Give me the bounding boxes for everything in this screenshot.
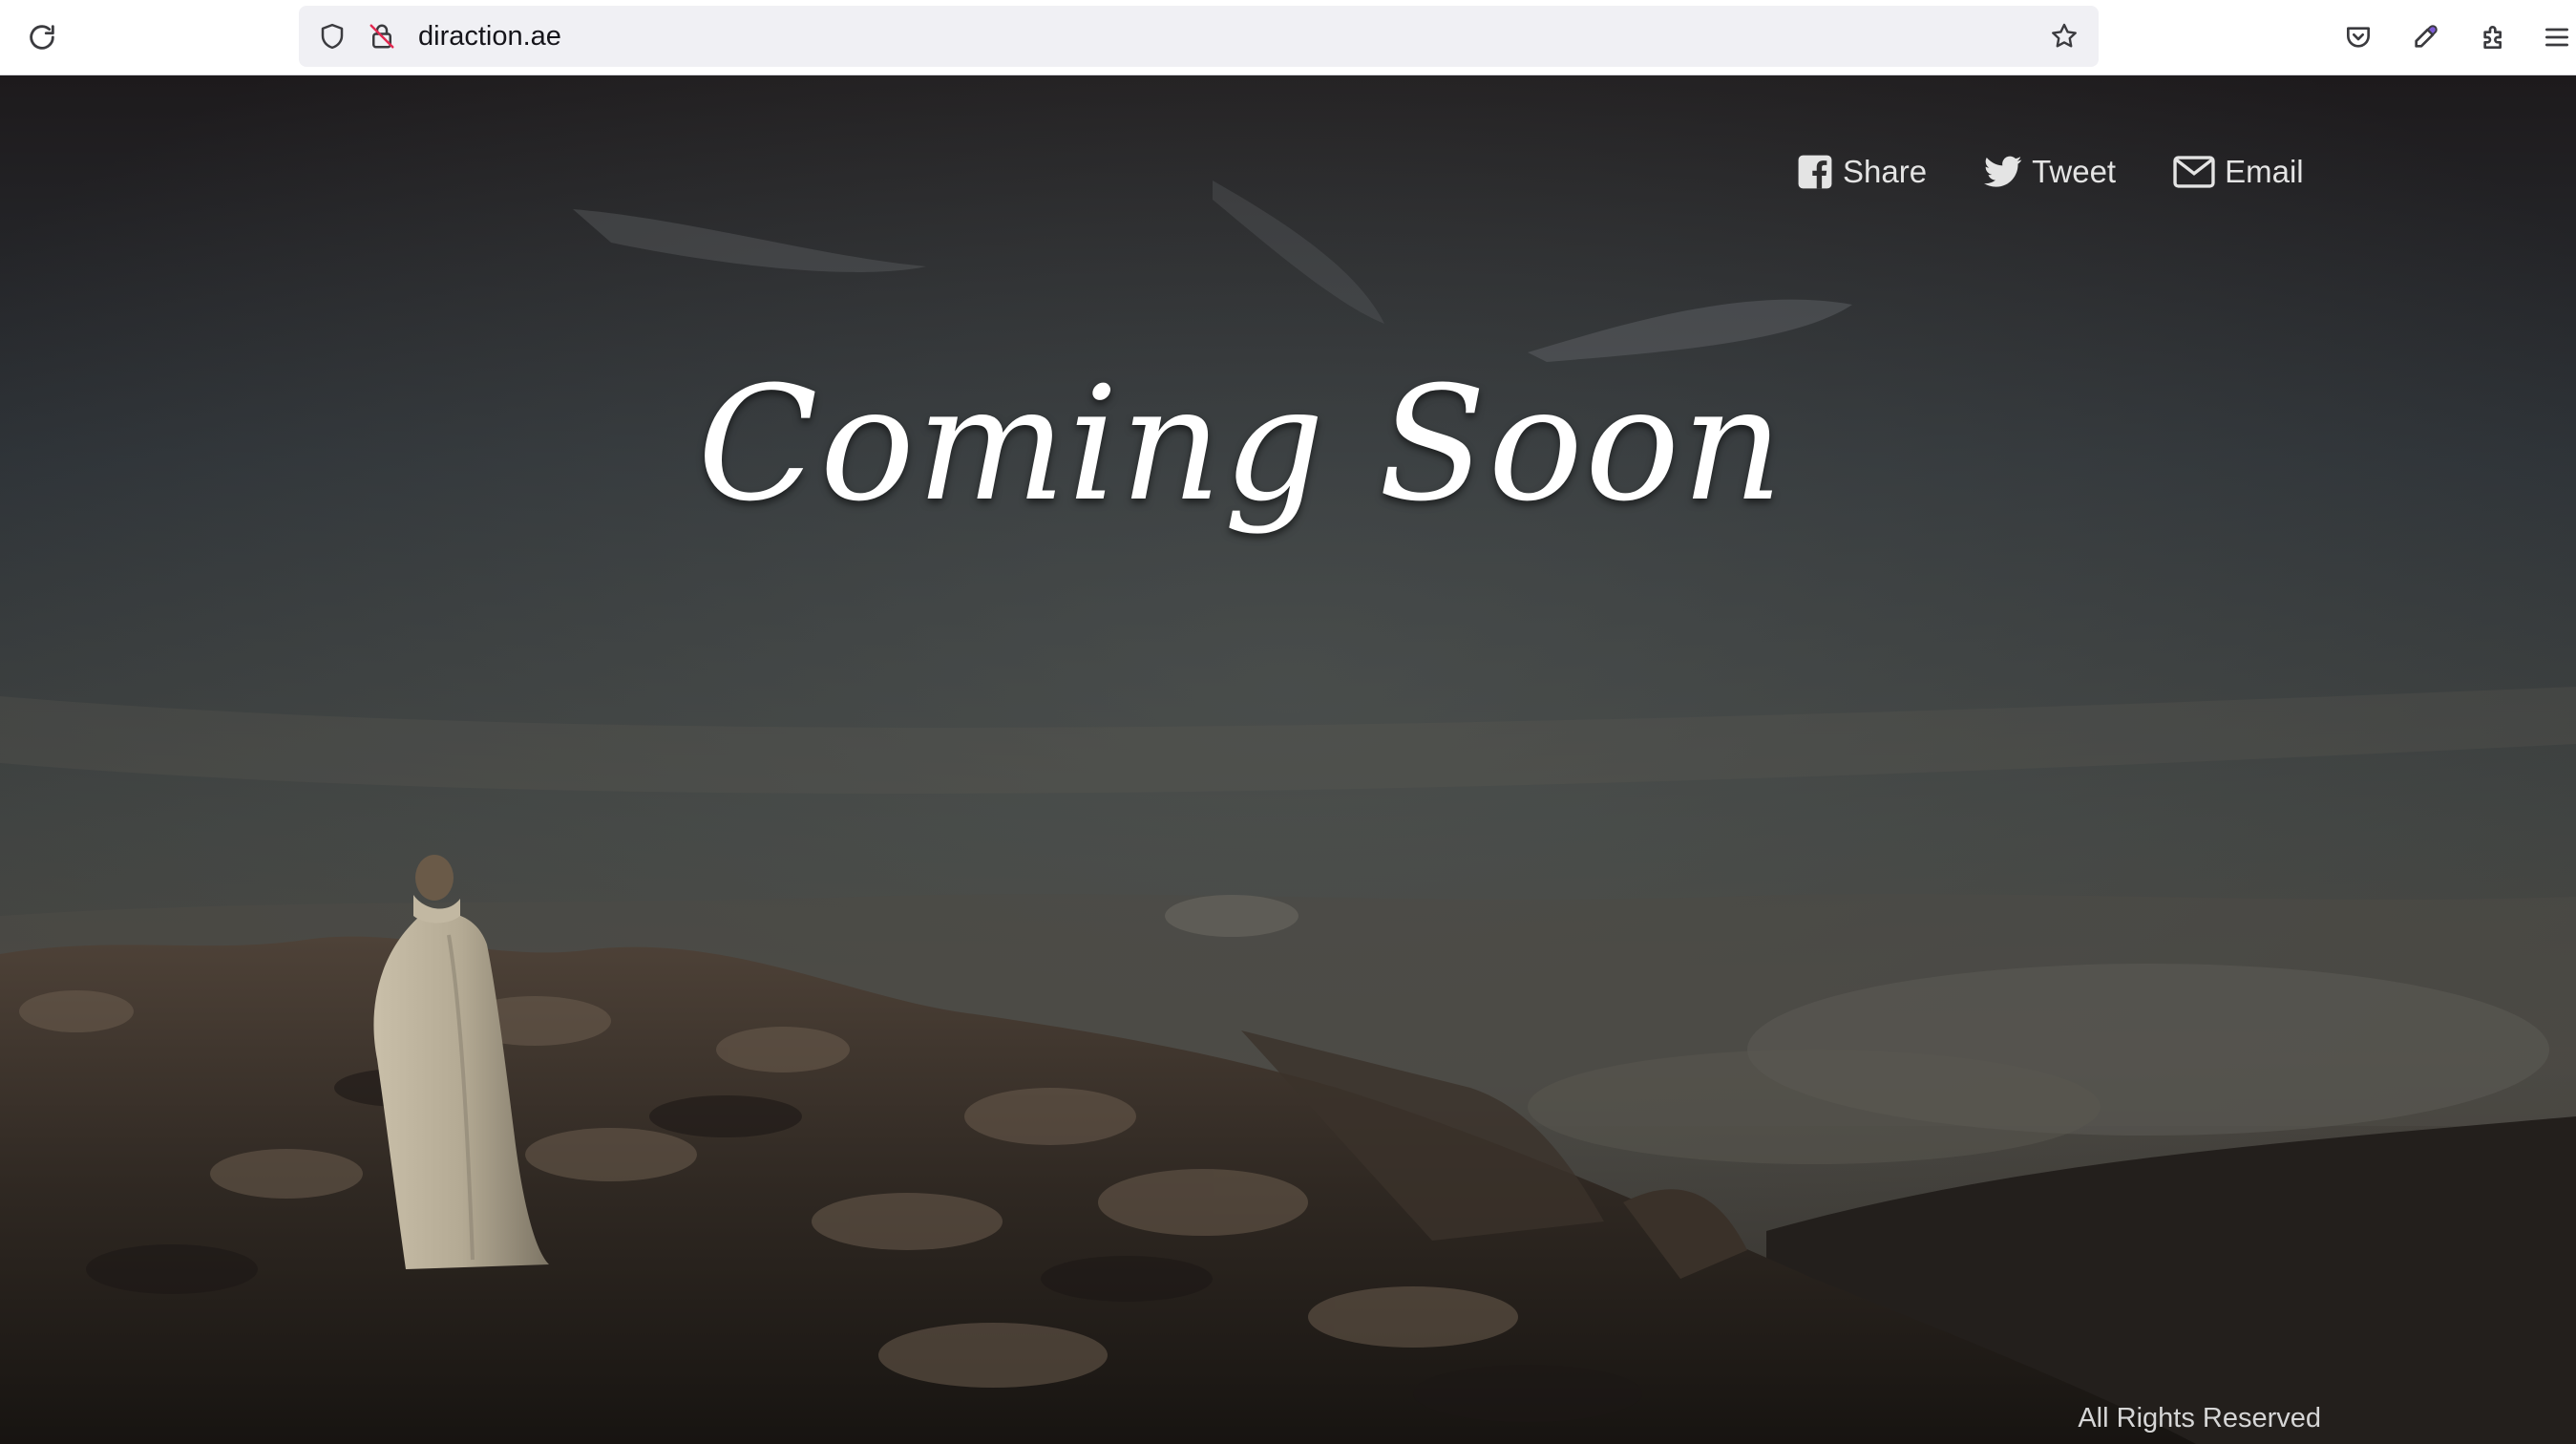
url-text[interactable]: diraction.ae [418,6,561,67]
share-bar: Share Tweet Email [1797,154,2304,190]
twitter-tweet-link[interactable]: Tweet [1984,154,2116,190]
star-icon[interactable] [2045,17,2083,55]
page-content: Share Tweet Email Coming Soon All Rights… [0,75,2576,1444]
reload-icon[interactable] [21,16,63,58]
url-bar[interactable]: diraction.ae [299,6,2099,67]
shield-icon[interactable] [313,17,351,55]
envelope-icon [2173,156,2215,188]
footer-copyright: All Rights Reserved [2078,1403,2321,1433]
background-landscape-image [0,75,2576,1444]
hamburger-menu-icon[interactable] [2542,16,2576,58]
facebook-share-link[interactable]: Share [1797,154,1927,190]
pocket-icon[interactable] [2337,16,2379,58]
facebook-icon [1798,155,1832,189]
browser-toolbar: diraction.ae [0,0,2576,75]
tweet-label: Tweet [2032,154,2117,189]
puzzle-icon[interactable] [2473,16,2515,58]
insecure-lock-icon[interactable] [363,17,401,55]
eyedropper-icon[interactable] [2404,16,2446,58]
twitter-icon [1984,156,2022,187]
coming-soon-heading: Coming Soon [697,352,1785,536]
share-label: Share [1843,154,1928,189]
email-share-link[interactable]: Email [2173,154,2304,190]
email-label: Email [2225,154,2304,189]
